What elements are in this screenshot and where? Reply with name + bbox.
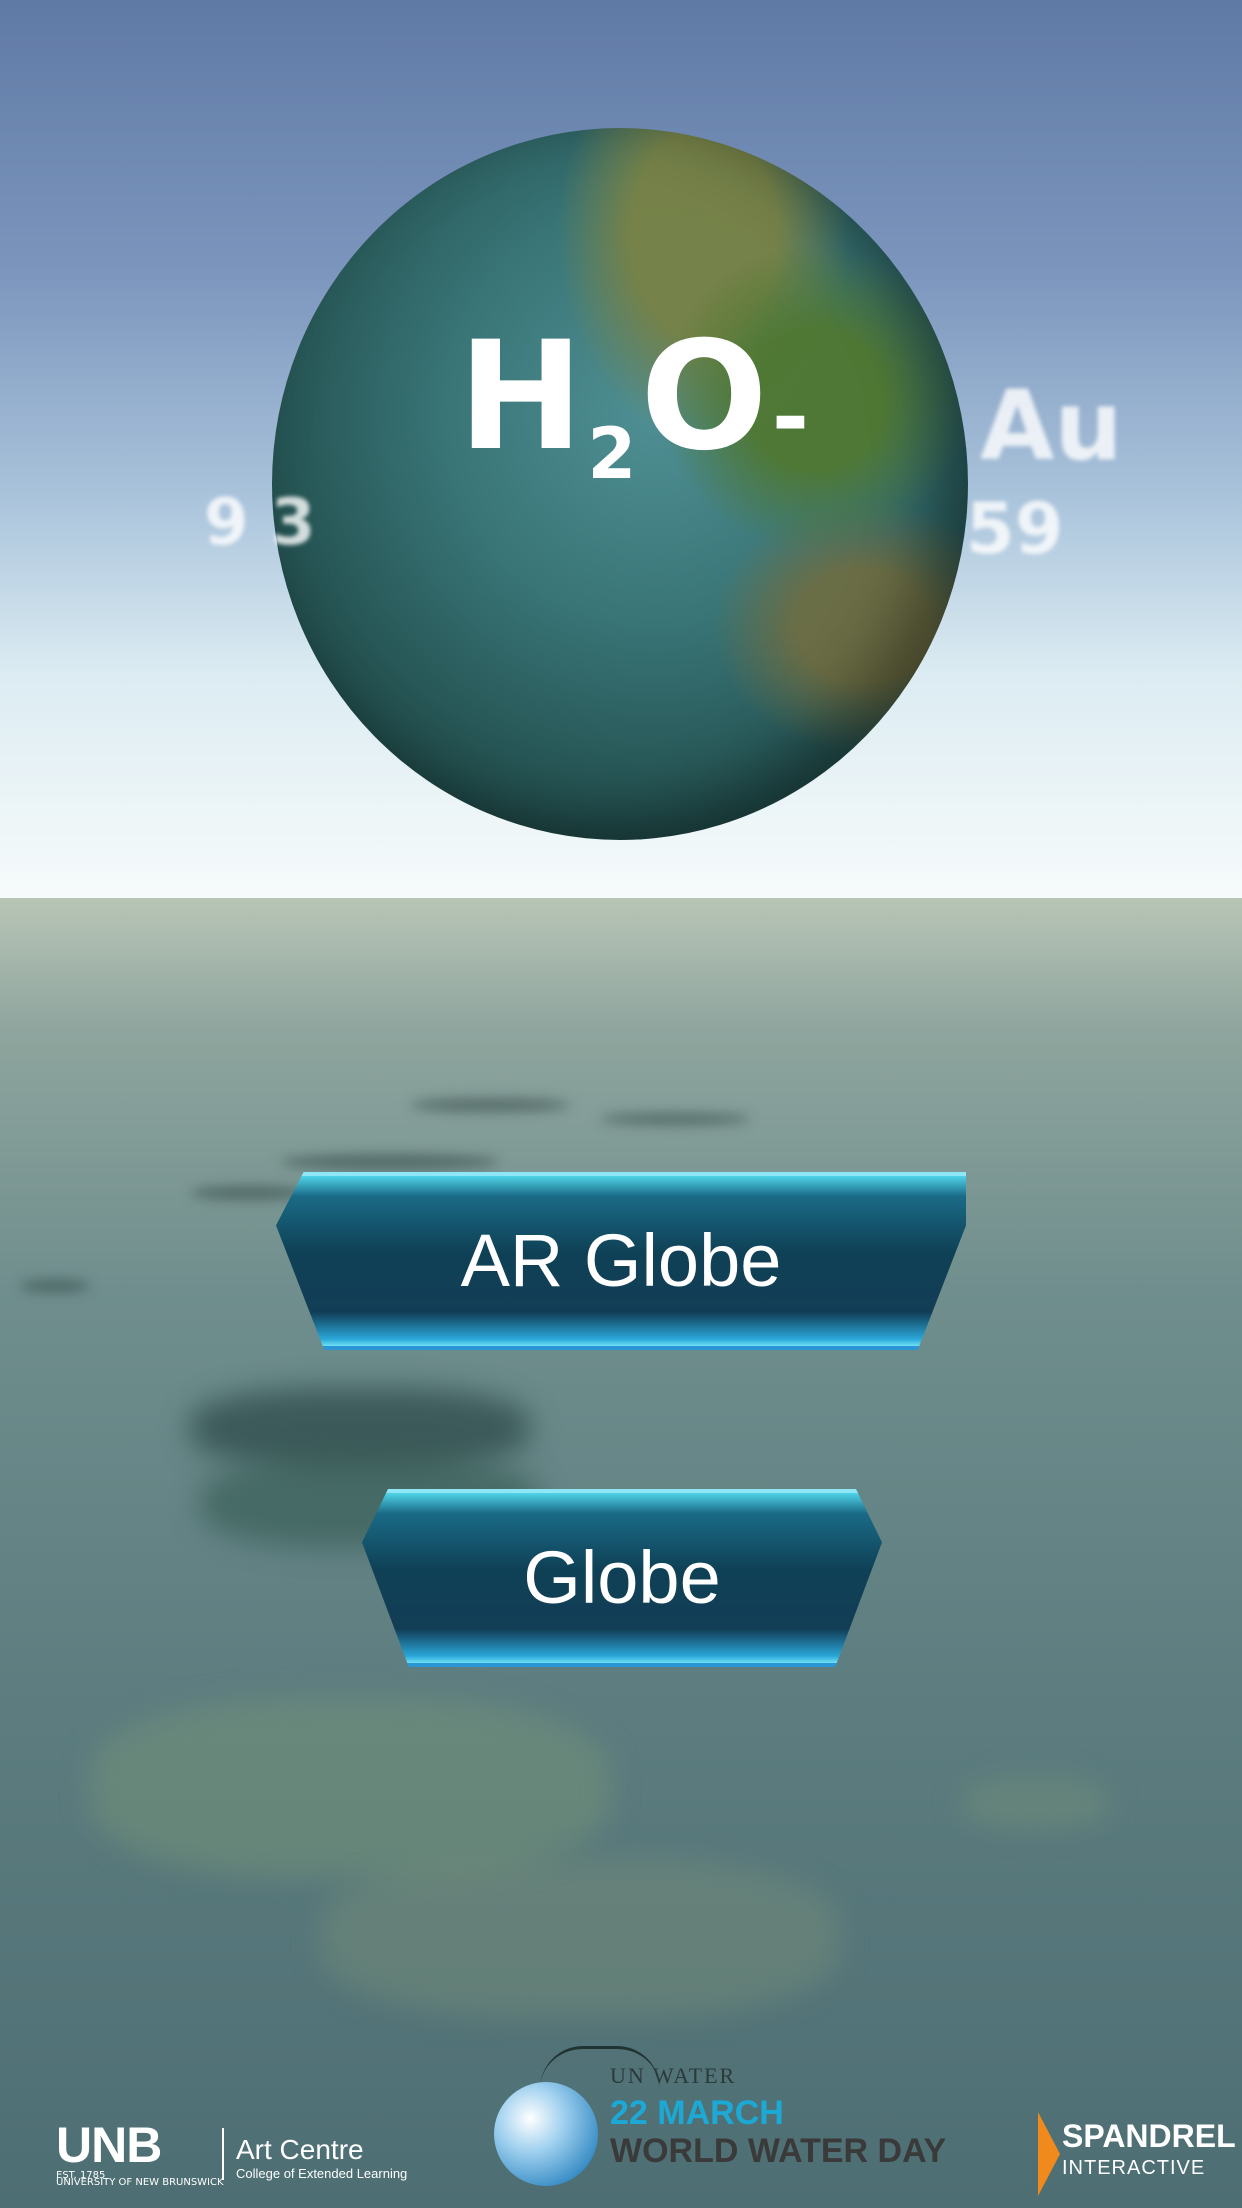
ar-globe-label: AR Globe [460, 1219, 782, 1302]
ghost-text-right-bottom: 59 [966, 488, 1064, 570]
globe-title: H2O- [458, 310, 814, 495]
art-centre-subtitle: College of Extended Learning [236, 2166, 408, 2181]
continent-reflection [960, 1778, 1110, 1828]
title-subscript: 2 [587, 413, 641, 495]
spandrel-subtitle: INTERACTIVE [1062, 2157, 1206, 2179]
world-water-day-name: WORLD WATER DAY [610, 2132, 947, 2170]
unb-university: UNIVERSITY OF NEW BRUNSWICK [56, 2177, 224, 2188]
title-dash: - [771, 365, 814, 470]
world-water-day-date: 22 MARCH [610, 2094, 784, 2132]
spandrel-name: SPANDREL [1062, 2118, 1236, 2154]
logo-divider [222, 2128, 224, 2180]
ripple [20, 1280, 90, 1292]
continent-reflection [320, 1858, 840, 2018]
continent-reflection [90, 1698, 610, 1878]
unb-mark: UNB [56, 2117, 162, 2173]
un-water-text: UN WATER [610, 2063, 737, 2088]
ripple [600, 1113, 750, 1125]
world-water-day-globe-icon [494, 2082, 598, 2186]
globe-button[interactable]: Globe [362, 1489, 882, 1667]
unb-logo: UNB EST. 1785 UNIVERSITY OF NEW BRUNSWIC… [56, 2116, 224, 2188]
ghost-text-left: 9 3 [204, 486, 316, 560]
globe-reflection [190, 1388, 530, 1468]
spandrel-icon [1038, 2112, 1060, 2196]
ghost-text-right-top: Au [980, 370, 1123, 482]
ripple [280, 1154, 500, 1170]
ripple [410, 1098, 570, 1112]
globe-label: Globe [523, 1536, 721, 1619]
title-o: O [640, 310, 772, 484]
art-centre-title: Art Centre [236, 2134, 364, 2165]
ar-globe-button[interactable]: AR Globe [276, 1172, 966, 1350]
title-h: H [458, 310, 588, 484]
art-centre-logo: Art Centre College of Extended Learning [236, 2134, 407, 2181]
